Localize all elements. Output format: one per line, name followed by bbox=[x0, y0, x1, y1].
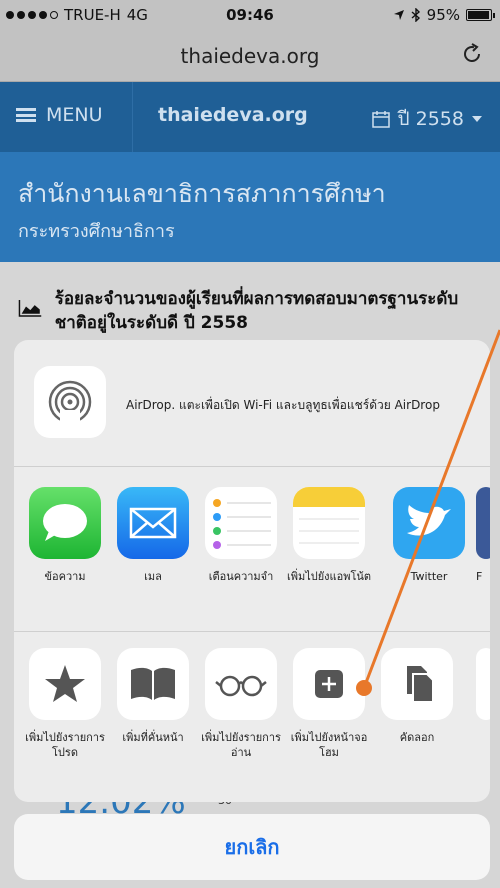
star-icon bbox=[29, 648, 101, 720]
book-icon bbox=[117, 648, 189, 720]
action-add-favorites[interactable]: เพิ่มไปยังรายการโปรด bbox=[22, 648, 108, 760]
action-more-partial[interactable] bbox=[476, 648, 490, 720]
action-label: คัดลอก bbox=[399, 731, 435, 744]
action-label: เพิ่มไปยังรายการโปรด bbox=[25, 731, 105, 759]
share-app-messages[interactable]: ข้อความ bbox=[22, 487, 108, 584]
notes-icon bbox=[293, 487, 365, 559]
share-app-facebook[interactable]: F bbox=[476, 487, 490, 584]
calendar-icon bbox=[371, 111, 390, 128]
airdrop-row[interactable]: AirDrop. แตะเพื่อเปิด Wi-Fi และบลูทูธเพื… bbox=[14, 340, 490, 466]
hamburger-icon bbox=[16, 108, 36, 122]
address-bar[interactable]: thaiedeva.org bbox=[0, 30, 500, 82]
status-bar: TRUE-H 4G 09:46 95% bbox=[0, 0, 500, 30]
app-label: เตือนความจำ bbox=[208, 570, 274, 583]
chevron-down-icon bbox=[472, 116, 482, 122]
heading-text: ร้อยละจำนวนของผู้เรียนที่ผลการทดสอบมาตรฐ… bbox=[54, 289, 459, 333]
area-chart-icon bbox=[18, 300, 42, 317]
action-copy[interactable]: คัดลอก bbox=[374, 648, 460, 745]
section-heading: ร้อยละจำนวนของผู้เรียนที่ผลการทดสอบมาตรฐ… bbox=[18, 287, 488, 335]
glasses-icon bbox=[205, 648, 277, 720]
messages-icon bbox=[29, 487, 101, 559]
location-icon bbox=[393, 10, 404, 20]
battery-icon bbox=[466, 9, 495, 21]
action-add-home-screen[interactable]: เพิ่มไปยังหน้าจอโฮม bbox=[286, 648, 372, 760]
menu-button[interactable]: MENU bbox=[16, 104, 103, 126]
app-label: เมล bbox=[144, 570, 162, 583]
airdrop-text: AirDrop. แตะเพื่อเปิด Wi-Fi และบลูทูธเพื… bbox=[126, 398, 440, 412]
app-label: ข้อความ bbox=[44, 570, 86, 583]
mail-icon bbox=[117, 487, 189, 559]
menu-label: MENU bbox=[46, 104, 103, 126]
facebook-icon bbox=[476, 487, 490, 559]
year-label: ปี 2558 bbox=[397, 108, 464, 130]
more-action-icon bbox=[476, 648, 490, 720]
actions-row: เพิ่มไปยังรายการโปรด เพิ่มที่คั่นหน้า เพ… bbox=[14, 632, 490, 802]
reload-icon[interactable] bbox=[460, 42, 484, 66]
apps-row: ข้อความ เมล เตือนความจำ เพิ่มไปยังแอพโน้… bbox=[14, 467, 490, 631]
status-right: 95% bbox=[393, 6, 495, 24]
action-add-bookmark[interactable]: เพิ่มที่คั่นหน้า bbox=[110, 648, 196, 745]
banner-subtitle: กระทรวงศึกษาธิการ bbox=[18, 221, 175, 242]
action-add-reading-list[interactable]: เพิ่มไปยังรายการอ่าน bbox=[198, 648, 284, 760]
share-app-reminders[interactable]: เตือนความจำ bbox=[198, 487, 284, 584]
action-label: เพิ่มไปยังหน้าจอโฮม bbox=[290, 731, 368, 759]
site-navbar: MENU thaiedeva.org ปี 2558 bbox=[0, 82, 500, 152]
site-name-link[interactable]: thaiedeva.org bbox=[158, 104, 308, 126]
twitter-icon bbox=[393, 487, 465, 559]
app-label: เพิ่มไปยังแอพโน้ต bbox=[286, 570, 372, 583]
bluetooth-icon bbox=[411, 8, 420, 22]
share-app-mail[interactable]: เมล bbox=[110, 487, 196, 584]
battery-percent: 95% bbox=[426, 6, 460, 24]
cancel-button[interactable]: ยกเลิก bbox=[14, 814, 490, 880]
action-label: เพิ่มไปยังรายการอ่าน bbox=[201, 731, 281, 759]
url-text[interactable]: thaiedeva.org bbox=[0, 44, 500, 68]
share-app-twitter[interactable]: Twitter bbox=[386, 487, 472, 584]
copy-icon bbox=[381, 648, 453, 720]
share-sheet: AirDrop. แตะเพื่อเปิด Wi-Fi และบลูทูธเพื… bbox=[14, 340, 490, 802]
app-label: F bbox=[476, 570, 483, 583]
reminders-icon bbox=[205, 487, 277, 559]
action-label: เพิ่มที่คั่นหน้า bbox=[122, 731, 184, 744]
site-banner: สำนักงานเลขาธิการสภาการศึกษา กระทรวงศึกษ… bbox=[0, 152, 500, 262]
nav-divider bbox=[132, 82, 133, 152]
share-app-notes[interactable]: เพิ่มไปยังแอพโน้ต bbox=[286, 487, 372, 584]
airdrop-icon[interactable] bbox=[34, 366, 106, 438]
app-label: Twitter bbox=[410, 570, 448, 583]
year-dropdown[interactable]: ปี 2558 bbox=[371, 104, 482, 134]
add-home-icon bbox=[293, 648, 365, 720]
banner-title: สำนักงานเลขาธิการสภาการศึกษา bbox=[18, 179, 386, 208]
